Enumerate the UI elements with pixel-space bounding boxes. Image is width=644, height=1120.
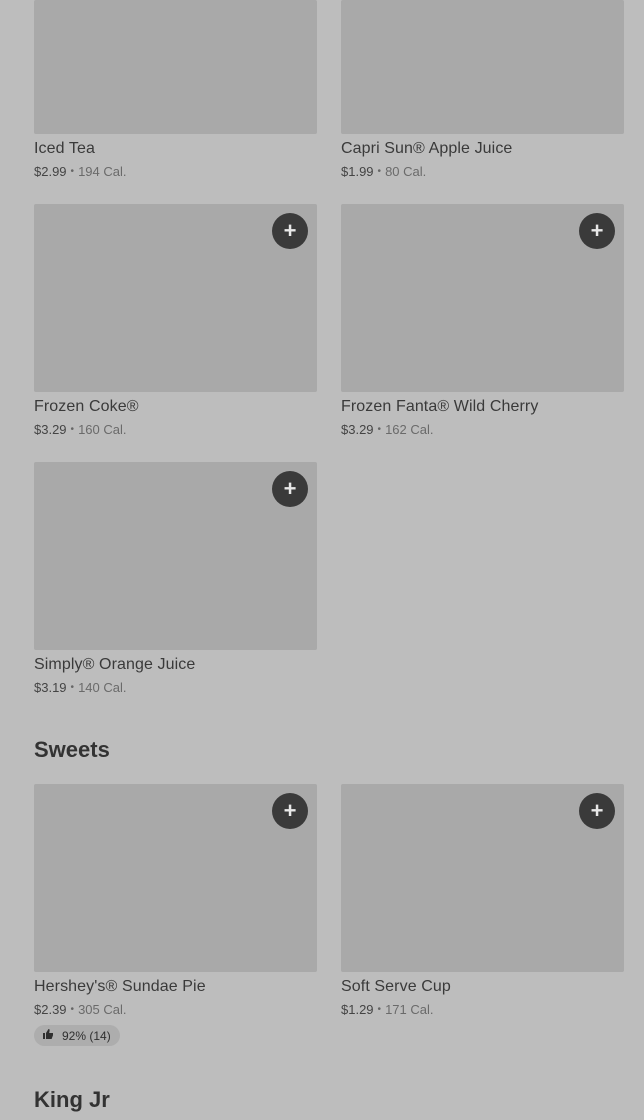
add-to-cart-button[interactable]: + <box>579 213 615 249</box>
item-calories: 160 Cal. <box>78 422 127 437</box>
add-to-cart-button[interactable]: + <box>272 213 308 249</box>
item-meta: $3.29 • 160 Cal. <box>34 422 317 437</box>
separator-dot: • <box>70 682 75 693</box>
rating-badge: 92% (14) <box>34 1025 120 1046</box>
menu-item-card[interactable]: + Soft Serve Cup $1.29 • 171 Cal. <box>341 784 624 1017</box>
rating-text: 92% (14) <box>62 1028 111 1043</box>
item-name: Simply® Orange Juice <box>34 656 196 673</box>
item-meta: $1.99 • 80 Cal. <box>341 164 624 179</box>
item-price: $2.39 <box>34 1002 67 1017</box>
thumbs-up-icon <box>42 1028 54 1043</box>
separator-dot: • <box>377 424 382 435</box>
plus-icon: + <box>283 218 297 243</box>
item-name: Hershey's® Sundae Pie <box>34 978 206 995</box>
item-meta: $3.29 • 162 Cal. <box>341 422 624 437</box>
item-price: $3.29 <box>341 422 374 437</box>
item-calories: 171 Cal. <box>385 1002 434 1017</box>
plus-icon: + <box>590 218 604 243</box>
item-name: Frozen Coke® <box>34 398 139 415</box>
separator-dot: • <box>377 1004 382 1015</box>
item-meta: $2.39 • 305 Cal. <box>34 1002 317 1017</box>
item-calories: 194 Cal. <box>78 164 127 179</box>
separator-dot: • <box>70 1004 75 1015</box>
item-image: + <box>341 784 624 972</box>
item-name: Soft Serve Cup <box>341 978 451 995</box>
item-image: + <box>341 204 624 392</box>
separator-dot: • <box>377 166 382 177</box>
separator-dot: • <box>70 166 75 177</box>
item-price: $1.99 <box>341 164 374 179</box>
item-meta: $2.99 • 194 Cal. <box>34 164 317 179</box>
item-meta: $3.19 • 140 Cal. <box>34 680 317 695</box>
item-calories: 140 Cal. <box>78 680 127 695</box>
plus-icon: + <box>590 798 604 823</box>
item-price: $3.19 <box>34 680 67 695</box>
add-to-cart-button[interactable]: + <box>579 793 615 829</box>
add-to-cart-button[interactable]: + <box>272 471 308 507</box>
plus-icon: + <box>283 476 297 501</box>
menu-item-card[interactable]: Capri Sun® Apple Juice $1.99 • 80 Cal. <box>341 0 624 179</box>
menu-item-card[interactable]: Iced Tea $2.99 • 194 Cal. <box>34 0 317 179</box>
item-image: + <box>34 784 317 972</box>
item-image: + <box>34 462 317 650</box>
separator-dot: • <box>70 424 75 435</box>
item-meta: $1.29 • 171 Cal. <box>341 1002 624 1017</box>
item-image <box>34 0 317 134</box>
item-calories: 80 Cal. <box>385 164 427 179</box>
plus-icon: + <box>283 798 297 823</box>
item-name: Capri Sun® Apple Juice <box>341 140 513 157</box>
section-title-sweets: Sweets <box>34 737 110 762</box>
item-image <box>341 0 624 134</box>
item-image: + <box>34 204 317 392</box>
section-title-king-jr: King Jr <box>34 1087 110 1112</box>
item-price: $1.29 <box>341 1002 374 1017</box>
item-price: $3.29 <box>34 422 67 437</box>
item-name: Frozen Fanta® Wild Cherry <box>341 398 539 415</box>
menu-item-card[interactable]: + Frozen Fanta® Wild Cherry $3.29 • 162 … <box>341 204 624 437</box>
item-calories: 305 Cal. <box>78 1002 127 1017</box>
menu-item-card[interactable]: + Simply® Orange Juice $3.19 • 140 Cal. <box>34 462 317 695</box>
item-price: $2.99 <box>34 164 67 179</box>
menu-item-card[interactable]: + Frozen Coke® $3.29 • 160 Cal. <box>34 204 317 437</box>
menu-item-card[interactable]: + Hershey's® Sundae Pie $2.39 • 305 Cal.… <box>34 784 317 1046</box>
add-to-cart-button[interactable]: + <box>272 793 308 829</box>
item-calories: 162 Cal. <box>385 422 434 437</box>
item-name: Iced Tea <box>34 140 95 157</box>
